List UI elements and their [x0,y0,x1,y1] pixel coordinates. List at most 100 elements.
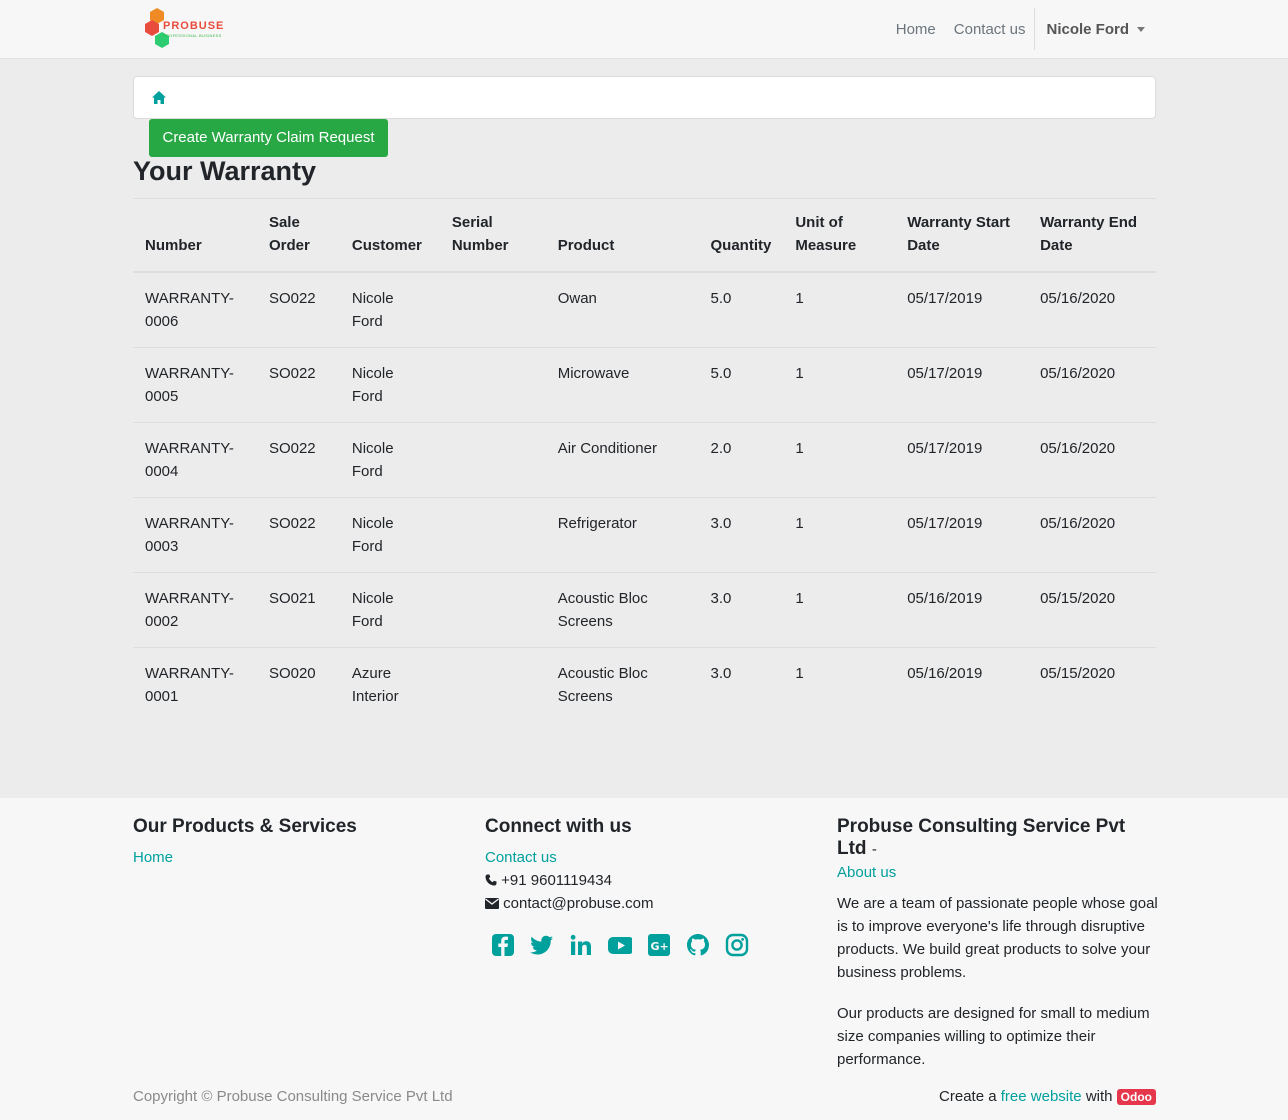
cell-sale-order: SO022 [256,347,340,423]
brand-logo[interactable]: PROBUSE PROFESSIONAL BUSINESS [145,8,235,50]
cell-quantity: 5.0 [698,347,784,423]
twitter-icon[interactable] [530,933,569,959]
cell-quantity: 3.0 [698,572,784,648]
credit-prefix: Create a [939,1088,997,1105]
warranty-table: Number Sale Order Customer Serial Number… [133,199,1156,722]
cell-end-date: 05/16/2020 [1028,272,1156,348]
about-paragraph-2: Our products are designed for small to m… [837,1005,1150,1068]
cell-end-date: 05/16/2020 [1028,347,1156,423]
table-row[interactable]: WARRANTY-0002 SO021 Nicole Ford Acoustic… [133,572,1156,648]
table-row[interactable]: WARRANTY-0005 SO022 Nicole Ford Microwav… [133,347,1156,423]
table-row[interactable]: WARRANTY-0001 SO020 Azure Interior Acous… [133,648,1156,723]
user-menu-dropdown[interactable]: Nicole Ford [1036,21,1154,38]
footer-connect-column: Connect with us Contact us +91 960111943… [485,816,805,959]
footer-home-link[interactable]: Home [133,846,453,869]
facebook-icon[interactable] [491,933,530,959]
col-end-date-header[interactable]: Warranty End Date [1028,199,1156,273]
nav-divider [1034,8,1036,50]
cell-customer: Azure Interior [351,665,399,705]
nav-home-link[interactable]: Home [887,21,945,38]
cell-uom: 1 [783,422,896,498]
cell-number: WARRANTY-0003 [133,497,257,573]
logo-subtext: PROFESSIONAL BUSINESS [163,33,222,38]
col-start-date-header[interactable]: Warranty Start Date [895,199,1029,273]
envelope-icon [485,898,499,909]
free-website-link[interactable]: free website [1001,1088,1082,1105]
credit-with: with [1085,1088,1113,1105]
cell-uom: 1 [783,572,896,648]
cell-sale-order: SO021 [256,572,340,648]
site-footer: Our Products & Services Home Connect wit… [0,798,1288,1120]
cell-uom: 1 [783,272,896,348]
table-row[interactable]: WARRANTY-0003 SO022 Nicole Ford Refriger… [133,497,1156,573]
cell-number: WARRANTY-0005 [133,347,257,423]
cell-product: Microwave [545,347,699,423]
cell-number: WARRANTY-0002 [133,572,257,648]
cell-sale-order: SO022 [256,422,340,498]
col-number-header[interactable]: Number [133,199,257,273]
cell-customer: Nicole Ford [339,497,440,573]
cell-start-date: 05/17/2019 [895,272,1029,348]
cell-serial-number [439,422,546,498]
cell-product: Air Conditioner [545,422,699,498]
cell-end-date: 05/15/2020 [1040,665,1116,682]
youtube-icon[interactable] [608,933,647,959]
google-plus-icon[interactable]: G+ [647,933,686,959]
cell-serial-number [439,347,546,423]
cell-start-date: 05/17/2019 [895,422,1029,498]
cell-quantity: 3.0 [698,497,784,573]
footer-email: contact@probuse.com [485,892,805,915]
cell-end-date: 05/16/2020 [1028,422,1156,498]
col-serial-number-header[interactable]: Serial Number [439,199,546,273]
home-icon[interactable] [152,91,166,104]
col-quantity-header[interactable]: Quantity [698,199,784,273]
cell-quantity: 2.0 [698,422,784,498]
cell-product: Acoustic Bloc Screens [545,572,699,648]
github-icon[interactable] [686,933,725,959]
table-row[interactable]: WARRANTY-0004 SO022 Nicole Ford Air Cond… [133,422,1156,498]
footer-company-title: Probuse Consulting Service Pvt Ltd - [837,816,1159,860]
user-name: Nicole Ford [1046,20,1129,38]
logo-text: PROBUSE [163,20,225,32]
footer-phone: +91 9601119434 [485,869,805,892]
col-product-header[interactable]: Product [545,199,699,273]
about-us-link[interactable]: About us [837,861,1159,884]
create-warranty-claim-button[interactable]: Create Warranty Claim Request [149,119,388,157]
cell-serial-number [440,648,546,723]
linkedin-icon[interactable] [569,933,608,959]
cell-uom: 1 [783,497,896,573]
breadcrumb [133,76,1156,119]
phone-icon [485,874,497,886]
footer-contact-link[interactable]: Contact us [485,846,805,869]
cell-sale-order: SO022 [256,497,340,573]
svg-text:G+: G+ [651,940,669,953]
cell-serial-number [439,272,546,348]
cell-quantity: 3.0 [710,665,732,682]
title-dash: - [871,841,877,858]
cell-product: Refrigerator [545,497,699,573]
about-paragraph-1: We are a team of passionate people whose… [837,895,1158,981]
col-uom-header[interactable]: Unit of Measure [783,199,896,273]
cell-number: WARRANTY-0004 [133,422,257,498]
cell-product: Owan [545,272,699,348]
footer-about-column: Probuse Consulting Service Pvt Ltd - Abo… [837,816,1159,1071]
cell-customer: Nicole Ford [339,347,440,423]
website-credit: Create a free website with Odoo [939,1088,1156,1105]
table-row[interactable]: WARRANTY-0006 SO022 Nicole Ford Owan 5.0… [133,272,1156,348]
col-customer-header[interactable]: Customer [339,199,440,273]
odoo-badge[interactable]: Odoo [1116,1089,1156,1105]
cell-number: WARRANTY-0006 [133,272,257,348]
cell-sale-order: SO020 [268,665,316,682]
company-name: Probuse Consulting Service Pvt Ltd [837,816,1126,859]
cell-start-date: 05/16/2019 [895,572,1029,648]
cell-customer: Nicole Ford [339,422,440,498]
social-links: G+ [491,933,805,959]
instagram-icon[interactable] [725,933,764,959]
copyright-text: Copyright © Probuse Consulting Service P… [133,1088,453,1105]
cell-product: Acoustic Bloc Screens [557,665,648,705]
nav-contact-link[interactable]: Contact us [945,21,1035,38]
email-address[interactable]: contact@probuse.com [503,895,653,912]
col-sale-order-header[interactable]: Sale Order [256,199,340,273]
cell-uom: 1 [783,347,896,423]
cell-start-date: 05/16/2019 [907,665,983,682]
